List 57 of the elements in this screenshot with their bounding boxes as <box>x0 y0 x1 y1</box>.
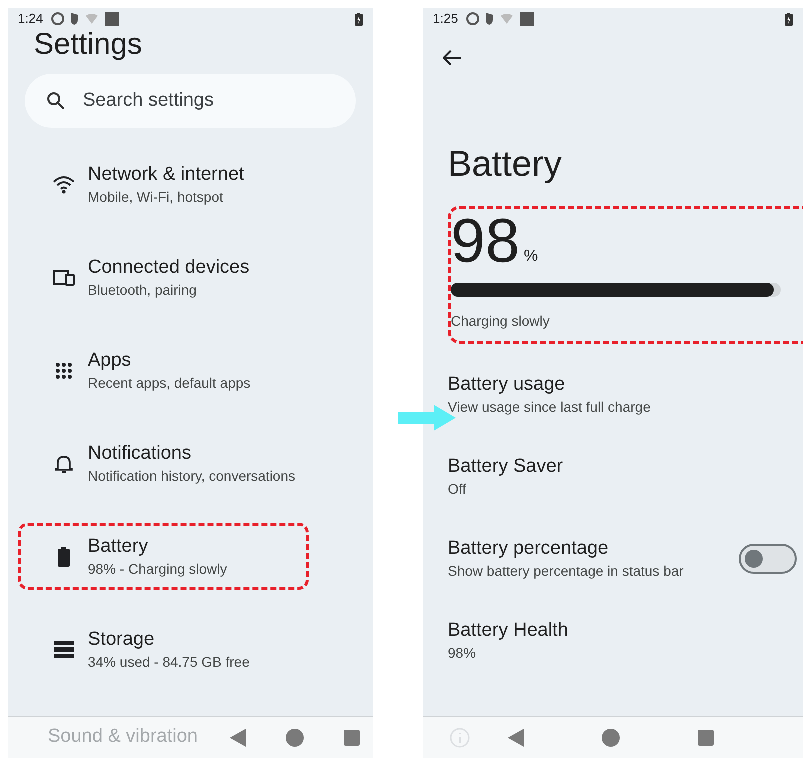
storage-icon <box>54 640 74 658</box>
item-title: Battery Health <box>448 619 570 643</box>
home-nav-icon[interactable] <box>602 728 620 746</box>
recents-nav-icon[interactable] <box>698 730 714 746</box>
charging-status: Charging slowly <box>451 312 551 331</box>
search-field[interactable]: Search settings <box>83 86 323 116</box>
devices-icon <box>53 270 75 286</box>
item-title: Notifications <box>88 442 192 466</box>
recents-nav-icon[interactable] <box>344 730 360 746</box>
home-nav-icon[interactable] <box>286 728 304 746</box>
wifi-icon <box>53 176 75 194</box>
settings-item[interactable]: Battery 98% - Charging slowly <box>8 510 373 603</box>
item-subtitle: Off <box>448 480 468 499</box>
item-subtitle: 98% - Charging slowly <box>88 560 228 578</box>
back-nav-icon[interactable] <box>230 728 246 746</box>
percent-unit: % <box>524 247 538 267</box>
status-time: 1:24 <box>18 10 44 28</box>
settings-item[interactable]: Connected devices Bluetooth, pairing <box>8 231 373 324</box>
settings-item[interactable]: Storage 34% used - 84.75 GB free <box>8 603 373 696</box>
battery-setting-item[interactable]: Battery percentage Show battery percentage in status bar <box>423 518 803 600</box>
battery-setting-item[interactable]: Battery Health 98% <box>423 600 803 682</box>
settings-item[interactable]: Network & internet Mobile, Wi-Fi, hotspot <box>8 138 373 231</box>
item-title: Storage <box>88 628 156 652</box>
battery-icon <box>58 546 70 566</box>
item-subtitle: Mobile, Wi-Fi, hotspot <box>88 188 224 206</box>
page-title: Battery <box>447 144 564 184</box>
search-bar[interactable]: Search settings <box>25 74 356 128</box>
item-title: Apps <box>88 348 132 372</box>
battery-setting-item[interactable]: Battery usage View usage since last full charge <box>423 354 803 436</box>
status-time: 1:25 <box>433 10 458 28</box>
bell-icon <box>55 454 73 474</box>
battery-charging-icon <box>355 12 363 26</box>
item-title: Battery percentage <box>448 537 610 561</box>
item-subtitle: View usage since last full charge <box>448 398 652 417</box>
faded-item-title: Sound & vibration <box>48 725 199 750</box>
toggle-switch[interactable] <box>739 544 797 574</box>
battery-percent: 98 <box>451 209 520 275</box>
item-subtitle: Bluetooth, pairing <box>88 280 198 300</box>
item-title: Network & internet <box>88 162 244 186</box>
item-subtitle: Notification history, conversations <box>88 466 296 486</box>
apps-grid-icon <box>55 362 73 380</box>
item-subtitle: Show battery percentage in status bar <box>448 562 685 581</box>
battery-charging-icon <box>785 12 793 26</box>
item-subtitle: Recent apps, default apps <box>88 374 251 392</box>
search-icon <box>47 92 65 110</box>
back-nav-icon[interactable] <box>508 728 524 746</box>
settings-item[interactable]: Notifications Notification history, conversations <box>8 417 373 510</box>
settings-item[interactable]: Apps Recent apps, default apps <box>8 324 373 417</box>
item-subtitle: 34% used - 84.75 GB free <box>88 652 250 672</box>
item-title: Battery <box>88 534 150 558</box>
item-title: Connected devices <box>88 256 250 280</box>
item-subtitle: 98% <box>448 644 478 663</box>
battery-setting-item[interactable]: Battery Saver Off <box>423 436 803 518</box>
back-arrow-icon[interactable] <box>443 50 461 66</box>
page-title: Settings <box>33 30 144 60</box>
item-title: Battery usage <box>448 373 566 397</box>
item-title: Battery Saver <box>448 455 564 479</box>
